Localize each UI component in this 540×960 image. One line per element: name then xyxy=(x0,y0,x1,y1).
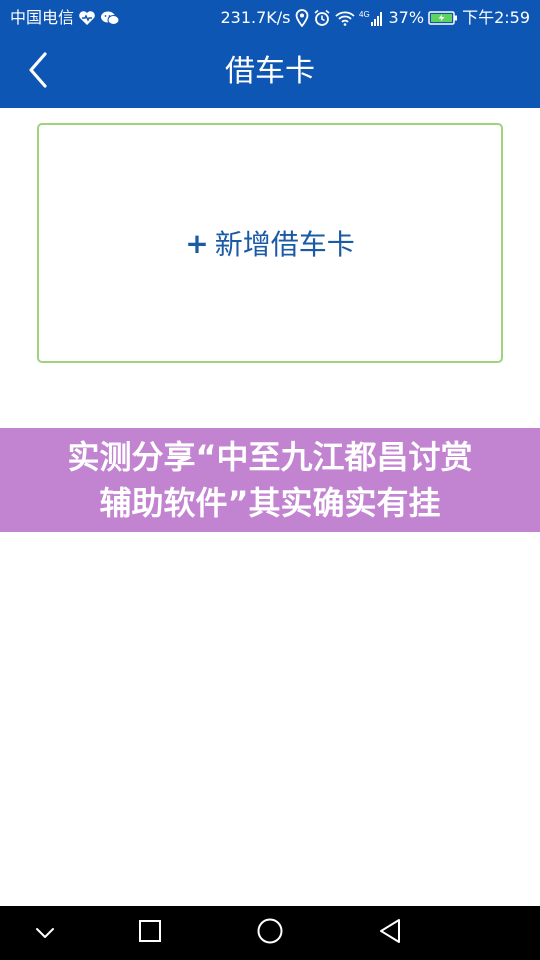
back-button[interactable] xyxy=(18,50,58,94)
home-icon xyxy=(256,917,284,949)
signal-icon: 4G xyxy=(359,9,385,27)
add-card-label: 新增借车卡 xyxy=(214,228,355,261)
banner-line-2: 辅助软件”其实确实有挂 xyxy=(99,484,441,522)
back-icon xyxy=(378,918,402,948)
network-type: 4G xyxy=(359,10,370,19)
recent-apps-button[interactable] xyxy=(120,906,180,960)
add-card-label-group: + 新增借车卡 xyxy=(185,223,354,263)
home-button[interactable] xyxy=(240,906,300,960)
hide-nav-button[interactable] xyxy=(15,906,75,960)
carrier-name: 中国电信 xyxy=(10,8,75,27)
recent-apps-icon xyxy=(138,919,162,947)
clock: 下午2:59 xyxy=(462,8,530,27)
wechat-icon xyxy=(100,9,120,27)
chevron-down-icon xyxy=(35,924,55,943)
status-bar: 中国电信 231.7K/s 4G 37% 下午2:59 xyxy=(0,0,540,36)
battery-icon xyxy=(428,9,458,27)
plus-icon: + xyxy=(185,226,209,260)
banner-line-1: 实测分享“中至九江都昌讨赏 xyxy=(67,438,473,476)
network-speed: 231.7K/s xyxy=(220,8,291,27)
battery-percent: 37% xyxy=(388,8,425,27)
alarm-icon xyxy=(313,9,331,27)
navigation-bar xyxy=(0,906,540,960)
status-bar-left: 中国电信 xyxy=(10,9,120,27)
app-header: 借车卡 xyxy=(0,36,540,108)
promo-banner: 实测分享“中至九江都昌讨赏 辅助软件”其实确实有挂 xyxy=(0,428,540,532)
chevron-left-icon xyxy=(27,52,49,92)
heart-icon xyxy=(78,9,96,27)
add-card-button[interactable]: + 新增借车卡 xyxy=(37,123,503,363)
back-nav-button[interactable] xyxy=(360,906,420,960)
status-bar-right: 231.7K/s 4G 37% 下午2:59 xyxy=(220,9,530,27)
location-icon xyxy=(295,9,309,27)
screen: 中国电信 231.7K/s 4G 37% 下午2:59 借车卡 + 新增借车卡 … xyxy=(0,0,540,960)
wifi-icon xyxy=(334,9,355,27)
page-title: 借车卡 xyxy=(225,54,315,89)
